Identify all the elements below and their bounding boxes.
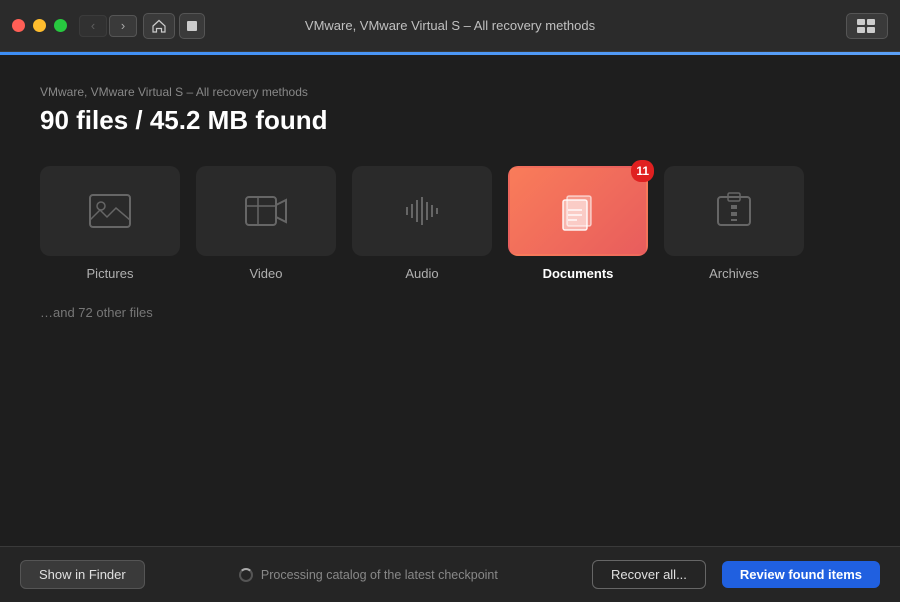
view-toggle-button[interactable]	[846, 13, 888, 39]
maximize-button[interactable]	[54, 19, 67, 32]
page-title: 90 files / 45.2 MB found	[40, 105, 860, 136]
review-found-items-button[interactable]: Review found items	[722, 561, 880, 588]
category-video[interactable]: Video	[196, 166, 336, 281]
audio-icon	[399, 192, 445, 230]
category-audio[interactable]: Audio	[352, 166, 492, 281]
processing-status: Processing catalog of the latest checkpo…	[161, 568, 576, 582]
show-in-finder-button[interactable]: Show in Finder	[20, 560, 145, 589]
category-documents[interactable]: 11 Documents	[508, 166, 648, 281]
bottom-bar: Show in Finder Processing catalog of the…	[0, 546, 900, 602]
category-label-documents: Documents	[543, 266, 614, 281]
traffic-lights	[12, 19, 67, 32]
other-files-text: …and 72 other files	[40, 305, 860, 320]
close-button[interactable]	[12, 19, 25, 32]
spinner-icon	[239, 568, 253, 582]
back-button[interactable]: ‹	[79, 15, 107, 37]
home-button[interactable]	[143, 13, 175, 39]
categories-row: Pictures Video	[40, 166, 860, 281]
recover-all-button[interactable]: Recover all...	[592, 560, 706, 589]
minimize-button[interactable]	[33, 19, 46, 32]
category-tile-audio[interactable]	[352, 166, 492, 256]
category-label-archives: Archives	[709, 266, 759, 281]
category-label-audio: Audio	[405, 266, 438, 281]
title-bar: ‹ › VMware, VMware Virtual S – All recov…	[0, 0, 900, 52]
category-tile-video[interactable]	[196, 166, 336, 256]
category-label-pictures: Pictures	[87, 266, 134, 281]
window-title: VMware, VMware Virtual S – All recovery …	[305, 18, 595, 33]
archives-icon	[714, 191, 754, 231]
category-tile-pictures[interactable]	[40, 166, 180, 256]
main-content: VMware, VMware Virtual S – All recovery …	[0, 55, 900, 546]
category-pictures[interactable]: Pictures	[40, 166, 180, 281]
category-label-video: Video	[249, 266, 282, 281]
stop-button[interactable]	[179, 13, 205, 39]
category-archives[interactable]: Archives	[664, 166, 804, 281]
stop-icon	[187, 21, 197, 31]
processing-text-label: Processing catalog of the latest checkpo…	[261, 568, 498, 582]
forward-button[interactable]: ›	[109, 15, 137, 37]
category-tile-documents[interactable]: 11	[508, 166, 648, 256]
breadcrumb: VMware, VMware Virtual S – All recovery …	[40, 85, 860, 99]
picture-icon	[87, 192, 133, 230]
video-icon	[243, 192, 289, 230]
documents-badge: 11	[631, 160, 654, 182]
nav-buttons: ‹ ›	[79, 15, 137, 37]
documents-icon	[555, 190, 601, 232]
category-tile-archives[interactable]	[664, 166, 804, 256]
